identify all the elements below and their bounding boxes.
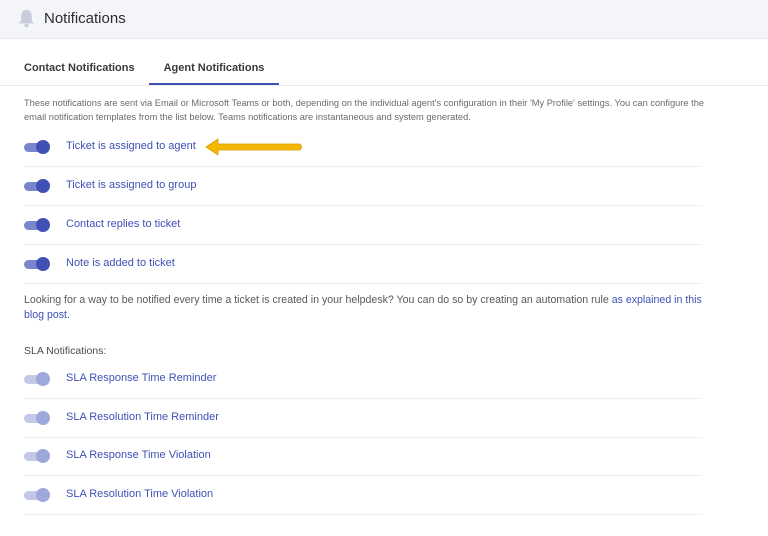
- toggle-knob: [36, 179, 50, 193]
- page-title: Notifications: [44, 10, 126, 27]
- toggle-sla-resolution-reminder[interactable]: [24, 411, 50, 425]
- sla-row-response-reminder: SLA Response Time Reminder: [24, 360, 702, 399]
- tab-agent-notifications[interactable]: Agent Notifications: [149, 53, 279, 85]
- toggle-knob: [36, 257, 50, 271]
- active-tab-indicator: [149, 83, 279, 85]
- bell-icon: [19, 10, 34, 28]
- notification-row-ticket-assigned-group: Ticket is assigned to group: [24, 167, 702, 206]
- link-note-added[interactable]: Note is added to ticket: [66, 257, 175, 269]
- toggle-note-added[interactable]: [24, 257, 50, 271]
- notification-row-ticket-assigned-agent: Ticket is assigned to agent: [24, 128, 702, 167]
- link-contact-replies[interactable]: Contact replies to ticket: [66, 218, 180, 230]
- tab-agent-notifications-label: Agent Notifications: [163, 62, 265, 74]
- sla-heading: SLA Notifications:: [24, 345, 107, 357]
- toggle-knob: [36, 140, 50, 154]
- link-ticket-assigned-group[interactable]: Ticket is assigned to group: [66, 179, 196, 191]
- toggle-sla-resolution-violation[interactable]: [24, 488, 50, 502]
- page-header: Notifications: [0, 0, 768, 39]
- toggle-knob: [36, 488, 50, 502]
- notification-row-note-added: Note is added to ticket: [24, 245, 702, 284]
- sla-row-response-violation: SLA Response Time Violation: [24, 437, 702, 476]
- toggle-knob: [36, 218, 50, 232]
- tab-contact-notifications[interactable]: Contact Notifications: [24, 53, 135, 84]
- automation-info-text: Looking for a way to be notified every t…: [24, 294, 612, 306]
- toggle-ticket-assigned-group[interactable]: [24, 179, 50, 193]
- link-sla-resolution-violation[interactable]: SLA Resolution Time Violation: [66, 488, 213, 500]
- automation-info: Looking for a way to be notified every t…: [24, 293, 714, 323]
- link-sla-response-reminder[interactable]: SLA Response Time Reminder: [66, 372, 216, 384]
- toggle-sla-response-reminder[interactable]: [24, 372, 50, 386]
- link-sla-resolution-reminder[interactable]: SLA Resolution Time Reminder: [66, 411, 219, 423]
- toggle-knob: [36, 411, 50, 425]
- link-sla-response-violation[interactable]: SLA Response Time Violation: [66, 449, 211, 461]
- toggle-sla-response-violation[interactable]: [24, 449, 50, 463]
- notification-tabs: Contact Notifications Agent Notification…: [0, 53, 768, 86]
- link-ticket-assigned-agent[interactable]: Ticket is assigned to agent: [66, 140, 196, 152]
- notification-row-contact-replies: Contact replies to ticket: [24, 206, 702, 245]
- toggle-ticket-assigned-agent[interactable]: [24, 140, 50, 154]
- sla-row-resolution-violation: SLA Resolution Time Violation: [24, 476, 702, 515]
- sla-row-resolution-reminder: SLA Resolution Time Reminder: [24, 399, 702, 438]
- toggle-knob: [36, 372, 50, 386]
- toggle-knob: [36, 449, 50, 463]
- toggle-contact-replies[interactable]: [24, 218, 50, 232]
- agent-notifications-description: These notifications are sent via Email o…: [24, 98, 705, 122]
- arrow-pointer-icon: [205, 138, 302, 156]
